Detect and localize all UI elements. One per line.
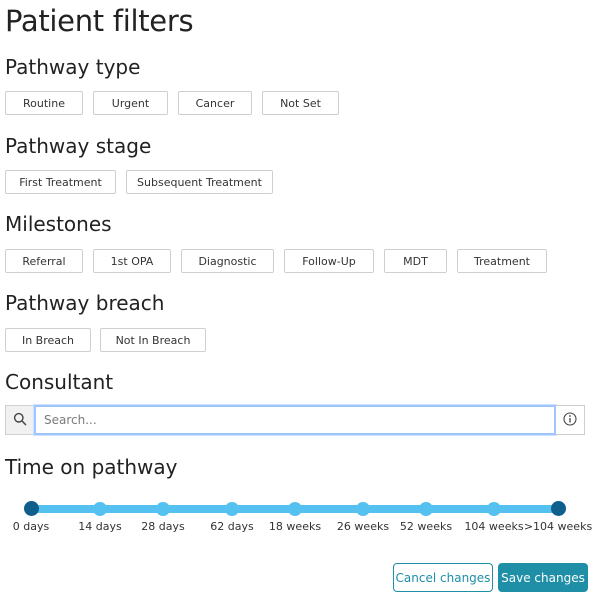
filter-chip-in-breach[interactable]: In Breach [5,328,91,352]
slider-tick-label: 0 days [12,520,50,533]
slider-stop-18-weeks[interactable] [288,502,302,516]
filter-chip-cancer[interactable]: Cancer [178,91,252,115]
filter-chip-urgent[interactable]: Urgent [93,91,168,115]
consultant-search [5,405,585,435]
slider-tick-label: 14 days [78,520,122,533]
filter-chip-first-treatment[interactable]: First Treatment [5,170,116,194]
slider-tick-label: 28 days [141,520,185,533]
section-title-time-on-pathway: Time on pathway [5,455,178,479]
filter-chip-follow-up[interactable]: Follow-Up [284,249,374,273]
filter-chip-not-set[interactable]: Not Set [262,91,339,115]
page-title: Patient filters [5,4,194,38]
filter-chip-1st-opa[interactable]: 1st OPA [93,249,171,273]
slider-stop-104-weeks[interactable] [487,502,501,516]
slider-stop-14-days[interactable] [93,502,107,516]
slider-stop-26-weeks[interactable] [356,502,370,516]
slider-stop-28-days[interactable] [156,502,170,516]
search-icon [13,411,27,430]
slider-tick-label: 18 weeks [268,520,322,533]
filter-chip-subsequent-treatment[interactable]: Subsequent Treatment [126,170,273,194]
consultant-search-input[interactable] [34,405,556,435]
slider-tick-label: >104 weeks [523,520,593,533]
filter-chip-routine[interactable]: Routine [5,91,83,115]
section-title-milestones: Milestones [5,212,112,236]
slider-tick-label: 62 days [210,520,254,533]
filter-chip-not-in-breach[interactable]: Not In Breach [100,328,206,352]
slider-stop-52-weeks[interactable] [419,502,433,516]
filter-chip-diagnostic[interactable]: Diagnostic [181,249,274,273]
section-title-pathway-stage: Pathway stage [5,134,152,158]
slider-stop-62-days[interactable] [225,502,239,516]
slider-tick-label: 104 weeks [464,520,524,533]
save-changes-button[interactable]: Save changes [498,563,588,592]
slider-tick-label: 26 weeks [336,520,390,533]
filter-chip-mdt[interactable]: MDT [384,249,447,273]
section-title-pathway-type: Pathway type [5,55,141,79]
cancel-changes-button[interactable]: Cancel changes [393,563,493,592]
info-icon [563,411,577,430]
filter-chip-treatment[interactable]: Treatment [457,249,547,273]
slider-tick-label: 52 weeks [399,520,453,533]
slider-handle-min[interactable] [23,501,39,516]
section-title-consultant: Consultant [5,370,114,394]
info-button[interactable] [556,405,585,435]
slider-handle-max[interactable] [550,501,566,516]
search-button[interactable] [5,405,34,435]
section-title-pathway-breach: Pathway breach [5,291,165,315]
filter-chip-referral[interactable]: Referral [5,249,83,273]
